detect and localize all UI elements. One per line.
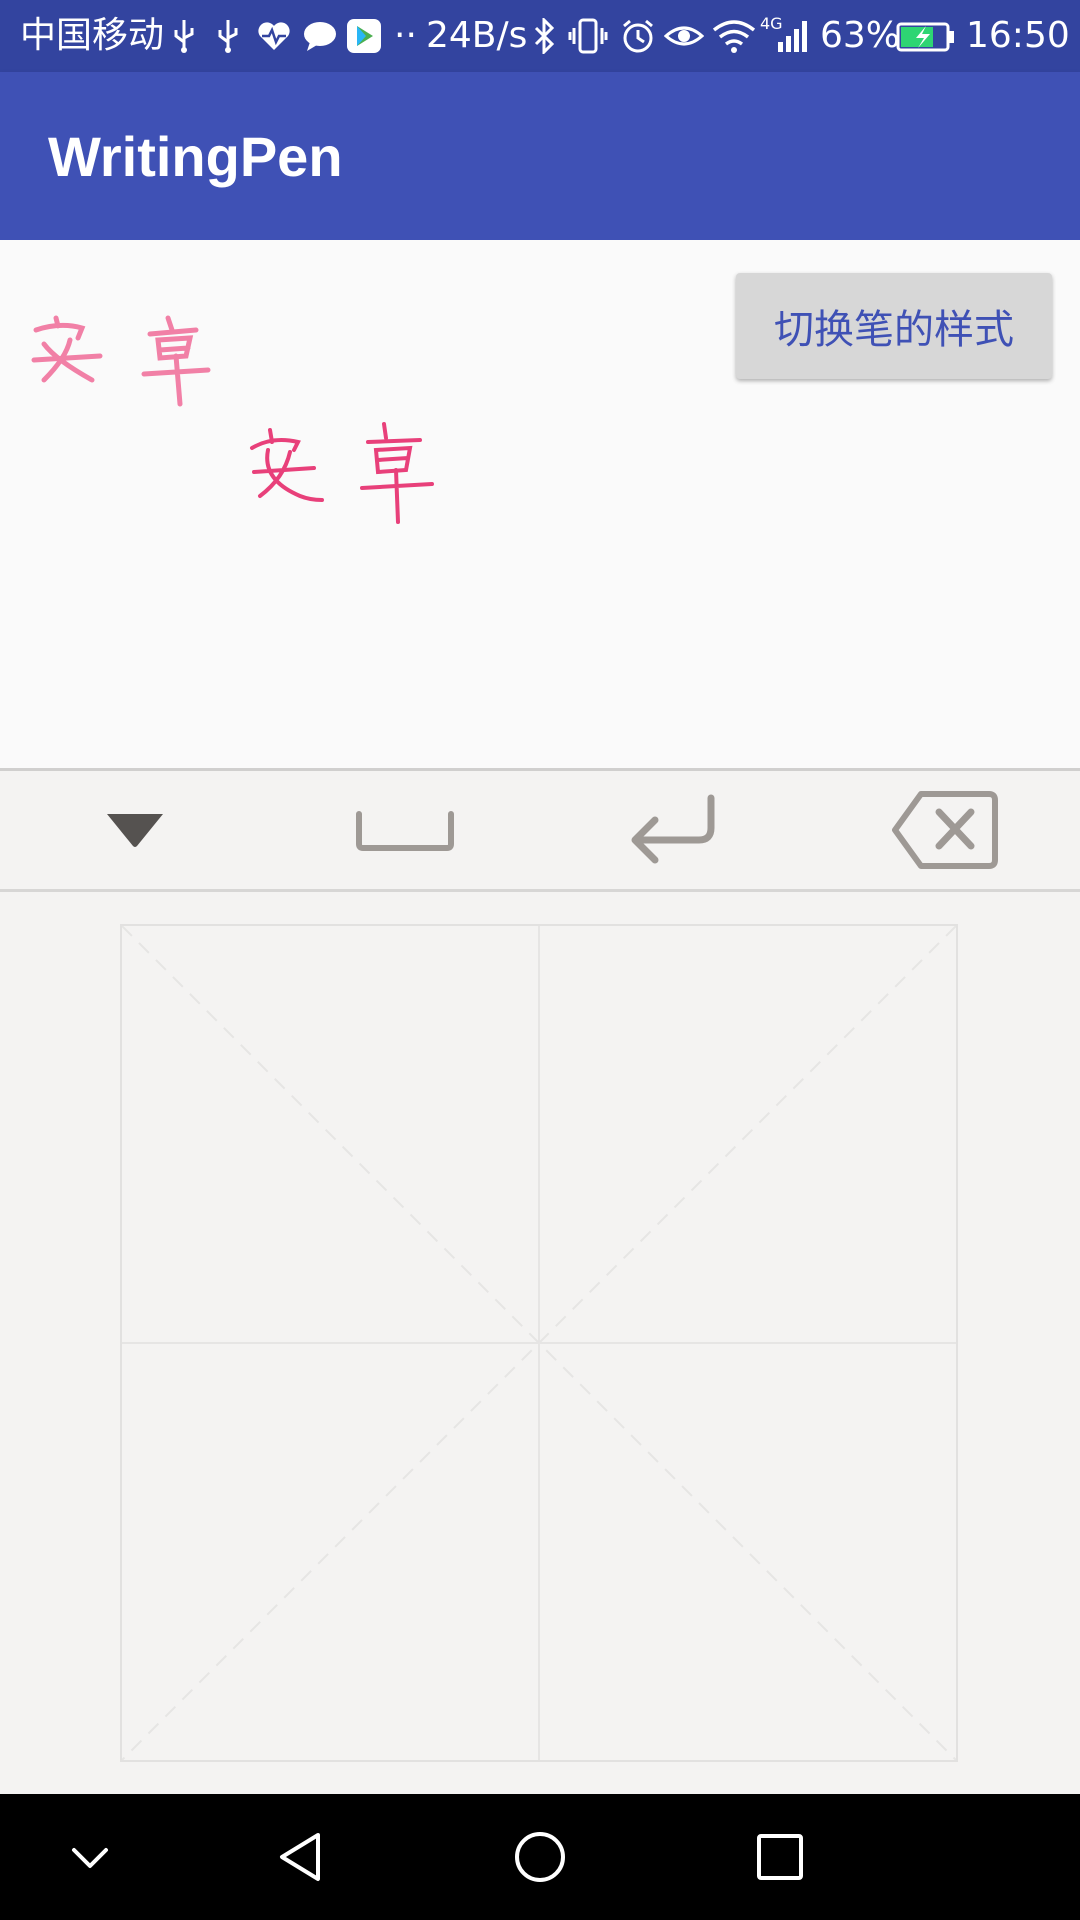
switch-pen-style-button[interactable]: 切换笔的样式 xyxy=(736,273,1052,379)
network-speed: 24B/s xyxy=(426,15,528,56)
navigation-bar xyxy=(0,1794,1080,1920)
bluetooth-icon xyxy=(534,18,555,54)
home-button[interactable] xyxy=(480,1794,600,1920)
wifi-icon xyxy=(712,20,756,53)
home-icon xyxy=(515,1832,565,1882)
space-button[interactable] xyxy=(270,771,540,889)
enter-icon xyxy=(631,794,715,864)
battery-percent: 63% xyxy=(820,15,901,56)
battery-charging-icon xyxy=(896,22,954,52)
backspace-button[interactable] xyxy=(810,771,1080,889)
handwriting-sample-1 xyxy=(31,315,211,407)
handwriting-strokes xyxy=(31,315,434,524)
clock: 16:50 xyxy=(966,15,1070,56)
hide-keyboard-icon xyxy=(72,1848,108,1868)
carrier-label: 中国移动 xyxy=(20,15,165,56)
usb-icon xyxy=(174,20,194,53)
rice-grid xyxy=(121,925,957,1761)
signal-icon xyxy=(778,21,807,52)
backspace-icon xyxy=(892,791,998,869)
keyboard-toolbar xyxy=(0,768,1080,892)
collapse-keyboard-button[interactable] xyxy=(0,771,270,889)
app-title: WritingPen xyxy=(48,125,343,188)
status-bar: 中国移动 ·· 24B/s 4G 63% 16:50 xyxy=(0,0,1080,72)
recents-button[interactable] xyxy=(720,1794,840,1920)
eye-icon xyxy=(664,26,704,46)
enter-button[interactable] xyxy=(540,771,810,889)
space-icon xyxy=(356,811,454,851)
back-icon xyxy=(280,1833,320,1881)
recents-icon xyxy=(757,1834,803,1880)
handwriting-sample-2 xyxy=(250,422,434,524)
usb-icon xyxy=(218,20,238,53)
alarm-icon xyxy=(623,19,653,53)
heart-rate-icon xyxy=(258,22,290,50)
chat-bubble-icon xyxy=(304,22,336,51)
more-dots-icon: ·· xyxy=(394,15,417,56)
back-button[interactable] xyxy=(240,1794,360,1920)
play-store-icon xyxy=(347,19,381,53)
hide-keyboard-button[interactable] xyxy=(30,1794,150,1920)
writing-canvas[interactable]: 切换笔的样式 xyxy=(0,240,1080,768)
handwriting-pad[interactable] xyxy=(120,924,958,1762)
handwriting-input-area xyxy=(0,892,1080,1794)
collapse-icon xyxy=(107,814,163,847)
vibrate-icon xyxy=(568,18,608,54)
app-bar: WritingPen xyxy=(0,72,1080,240)
